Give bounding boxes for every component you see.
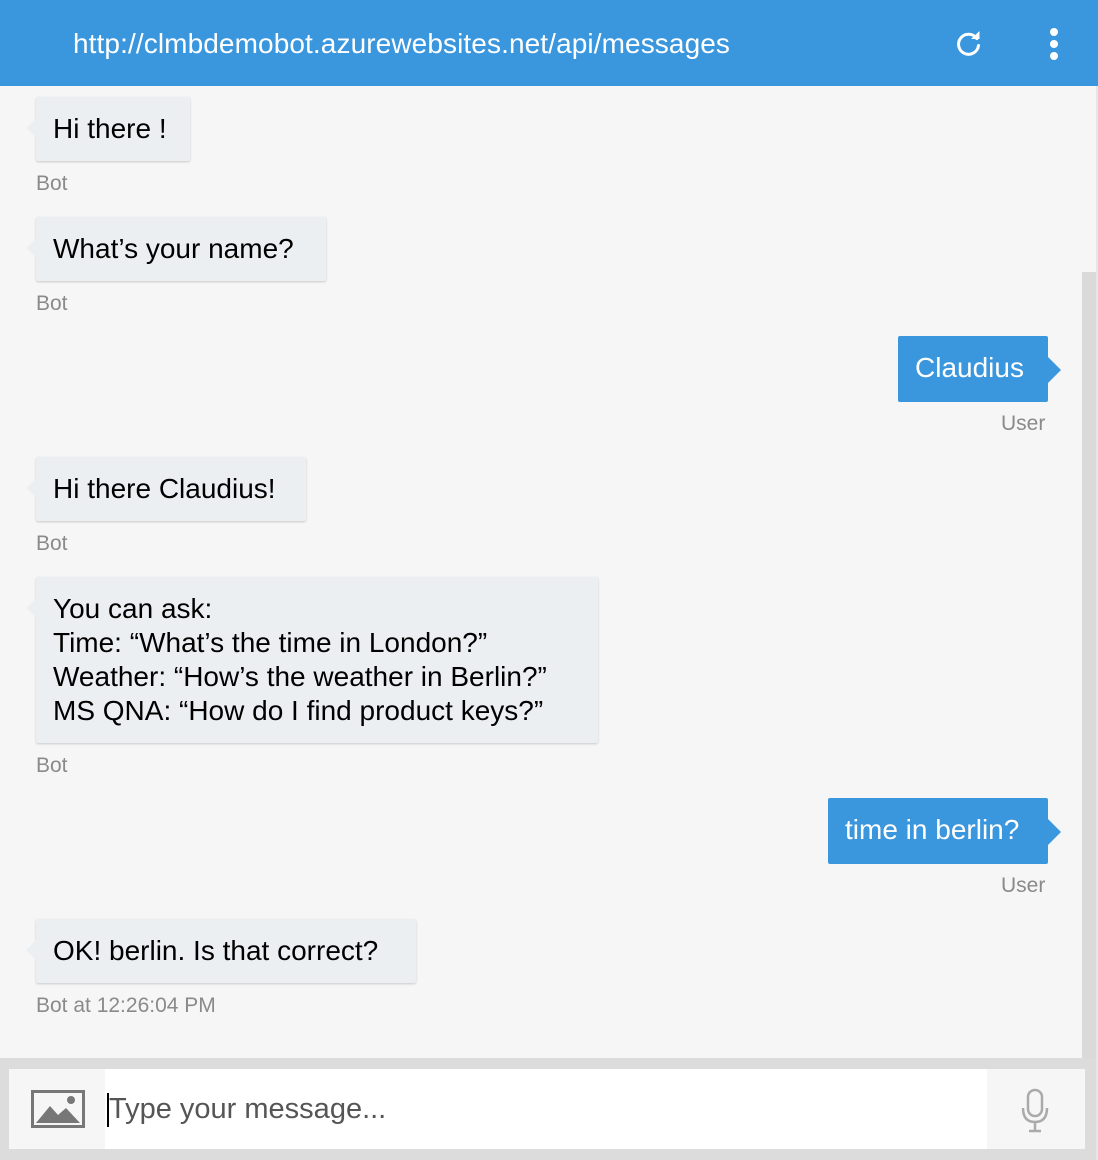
text-caret xyxy=(107,1093,109,1127)
bot-message-bubble: Hi there ! xyxy=(26,97,190,161)
message-sender: Bot xyxy=(36,172,68,195)
image-upload-icon xyxy=(31,1090,85,1128)
upload-image-button[interactable] xyxy=(31,1090,85,1128)
scrollbar-thumb[interactable] xyxy=(1082,272,1096,1058)
more-options-button[interactable] xyxy=(1032,22,1076,66)
user-message-bubble: Claudius xyxy=(898,336,1061,402)
chat-header: http://clmbdemobot.azurewebsites.net/api… xyxy=(0,0,1098,86)
bot-message-bubble: OK! berlin. Is that correct? xyxy=(26,919,416,983)
microphone-button[interactable] xyxy=(1020,1088,1050,1134)
bot-message-bubble: Hi there Claudius! xyxy=(26,457,306,521)
message-sender: Bot xyxy=(36,292,68,315)
message-timestamp: Bot at 12:26:04 PM xyxy=(36,994,216,1017)
message-sender: Bot xyxy=(36,532,68,555)
bot-endpoint-url: http://clmbdemobot.azurewebsites.net/api… xyxy=(73,28,731,59)
composer-bar xyxy=(9,1069,1085,1149)
message-sender: Bot xyxy=(36,754,68,777)
microphone-icon xyxy=(1021,1088,1049,1133)
message-input-container[interactable] xyxy=(105,1069,987,1149)
user-message-bubble: time in berlin? xyxy=(828,798,1061,864)
message-list[interactable]: Hi there ! Bot What’s your name? Bot Cla… xyxy=(0,86,1082,1058)
more-vertical-icon xyxy=(1050,28,1058,60)
refresh-icon xyxy=(957,31,980,56)
bot-message-bubble: You can ask: Time: “What’s the time in L… xyxy=(26,577,598,743)
bot-message-bubble: What’s your name? xyxy=(26,217,326,281)
refresh-button[interactable] xyxy=(947,22,991,66)
message-input[interactable] xyxy=(105,1069,987,1149)
message-sender: User xyxy=(1001,412,1046,435)
message-sender: User xyxy=(1001,874,1046,897)
message-composer xyxy=(0,1058,1098,1160)
